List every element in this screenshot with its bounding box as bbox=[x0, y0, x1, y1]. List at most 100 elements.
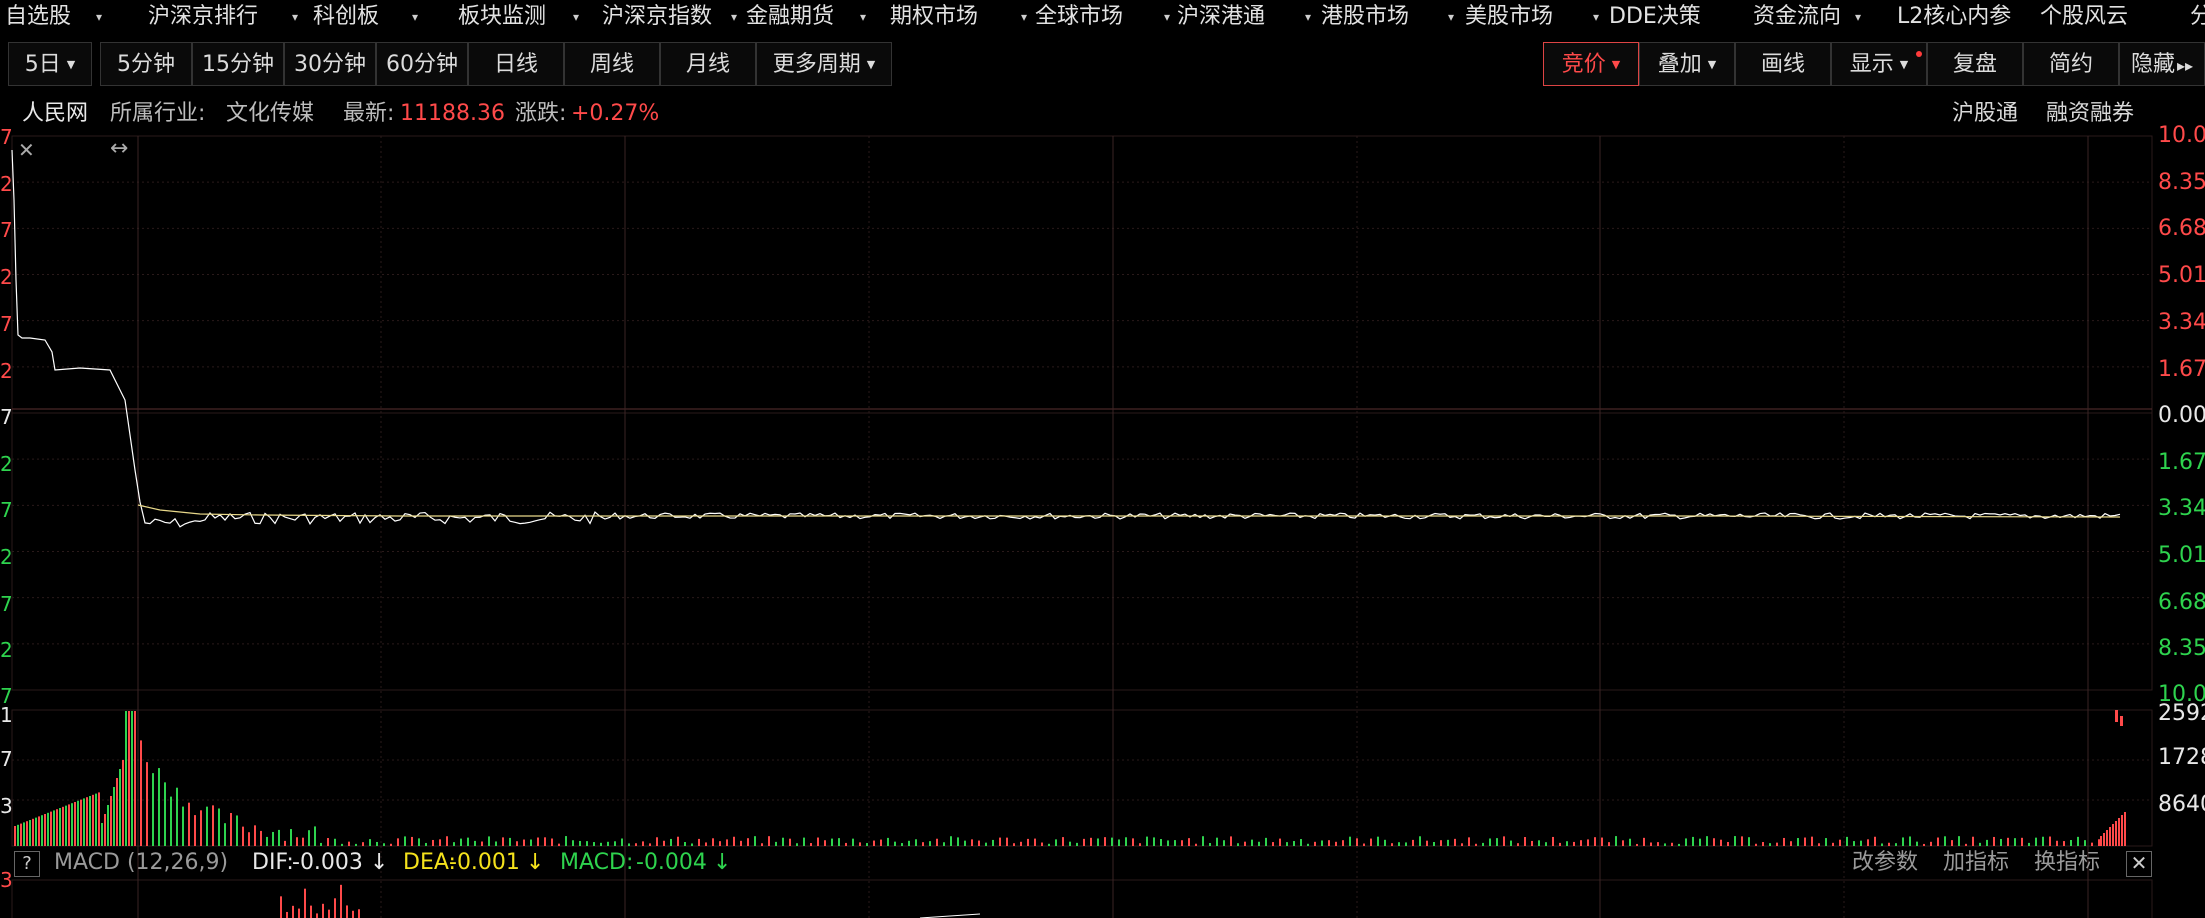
volume-bar bbox=[2077, 836, 2079, 846]
volume-bar bbox=[65, 805, 67, 846]
expand-icon[interactable]: ↔ bbox=[110, 136, 128, 161]
price-axis-label: 8.35 bbox=[2158, 636, 2205, 661]
volume-axis-label: 1728 bbox=[2158, 745, 2205, 770]
volume-bar bbox=[698, 838, 700, 846]
volume-bar bbox=[2007, 837, 2009, 846]
close-chart-icon[interactable]: ✕ bbox=[18, 138, 35, 162]
close-indicator-icon[interactable]: ✕ bbox=[2126, 851, 2152, 877]
volume-bar bbox=[95, 793, 97, 846]
price-axis-label: 3.34 bbox=[2158, 496, 2205, 521]
volume-bar bbox=[152, 773, 154, 846]
volume-bar bbox=[1958, 836, 1960, 846]
left-axis-label: 2 bbox=[0, 545, 13, 569]
macd-label: MACD: bbox=[560, 850, 634, 875]
volume-bar bbox=[887, 837, 889, 846]
add-indicator-button[interactable]: 加指标 bbox=[1943, 846, 2009, 880]
volume-bar bbox=[1601, 837, 1603, 846]
volume-bar bbox=[712, 838, 714, 846]
volume-bar bbox=[1524, 837, 1526, 846]
volume-bar bbox=[1503, 836, 1505, 846]
volume-bar bbox=[488, 836, 490, 846]
price-axis-label: 1.67 bbox=[2158, 357, 2205, 382]
volume-bar bbox=[817, 837, 819, 846]
volume-bar bbox=[2115, 821, 2117, 846]
volume-bar bbox=[1552, 836, 1554, 846]
volume-bar bbox=[290, 829, 292, 846]
volume-bar bbox=[1489, 838, 1491, 846]
volume-bar bbox=[2115, 710, 2118, 722]
volume-panel-frame bbox=[11, 709, 2153, 847]
macd-bar bbox=[310, 905, 312, 918]
left-axis-label: 1 bbox=[0, 703, 13, 727]
volume-bar bbox=[1188, 838, 1190, 846]
volume-bar bbox=[2118, 818, 2120, 846]
volume-bar bbox=[242, 826, 244, 846]
dea-arrow-icon: ↓ bbox=[526, 850, 545, 875]
dea-label: DEA: bbox=[403, 850, 456, 875]
volume-bar bbox=[1356, 838, 1358, 846]
volume-bar bbox=[544, 837, 546, 846]
macd-bar bbox=[346, 905, 348, 918]
volume-bar bbox=[1685, 838, 1687, 846]
macd-bar bbox=[280, 896, 282, 918]
volume-bar bbox=[1804, 837, 1806, 846]
volume-bar bbox=[1748, 837, 1750, 846]
volume-bar bbox=[747, 838, 749, 846]
change-params-button[interactable]: 改参数 bbox=[1852, 846, 1918, 880]
volume-bar bbox=[551, 838, 553, 846]
volume-bar bbox=[248, 832, 250, 846]
volume-bar bbox=[1741, 836, 1743, 846]
macd-bar bbox=[304, 888, 306, 918]
left-axis-label: 7 bbox=[0, 498, 13, 522]
volume-bar bbox=[314, 826, 316, 846]
volume-bar bbox=[164, 782, 166, 846]
volume-bar bbox=[1615, 836, 1617, 846]
intraday-chart[interactable] bbox=[0, 0, 2205, 918]
volume-bar bbox=[182, 806, 184, 846]
volume-bar bbox=[260, 830, 262, 846]
volume-bar bbox=[254, 825, 256, 846]
volume-bar bbox=[2035, 837, 2037, 846]
volume-bar bbox=[621, 838, 623, 846]
volume-bar bbox=[113, 787, 115, 846]
volume-bar bbox=[467, 837, 469, 846]
volume-bar bbox=[369, 839, 371, 846]
left-axis-label: 7 bbox=[0, 747, 13, 771]
volume-bar bbox=[71, 803, 73, 846]
volume-bar bbox=[278, 829, 280, 846]
price-axis-label: 0.00 bbox=[2158, 403, 2205, 428]
volume-bar bbox=[656, 837, 658, 846]
volume-bar bbox=[236, 815, 238, 846]
volume-bar bbox=[125, 711, 127, 846]
volume-bar bbox=[128, 711, 130, 846]
macd-value: -0.004 bbox=[636, 850, 707, 875]
volume-bar bbox=[1104, 837, 1106, 846]
volume-bar bbox=[838, 838, 840, 846]
left-axis-label: 7 bbox=[0, 405, 13, 429]
macd-bar bbox=[358, 909, 360, 918]
volume-bar bbox=[1111, 837, 1113, 846]
volume-bar bbox=[2049, 836, 2051, 846]
volume-bar bbox=[101, 823, 103, 846]
volume-bar bbox=[1153, 837, 1155, 846]
volume-bar bbox=[47, 812, 49, 846]
volume-bar bbox=[418, 838, 420, 846]
volume-bar bbox=[439, 839, 441, 846]
switch-indicator-button[interactable]: 换指标 bbox=[2034, 846, 2100, 880]
volume-bar bbox=[733, 836, 735, 846]
volume-bar bbox=[74, 802, 76, 846]
volume-bar bbox=[89, 796, 91, 846]
volume-bar bbox=[327, 838, 329, 846]
volume-bar bbox=[768, 836, 770, 846]
volume-bar bbox=[2021, 837, 2023, 846]
volume-bar bbox=[411, 836, 413, 846]
volume-bar bbox=[206, 806, 208, 846]
left-axis-label: 7 bbox=[0, 125, 13, 149]
macd-title[interactable]: MACD (12,26,9) bbox=[54, 846, 228, 880]
volume-bar bbox=[188, 802, 190, 846]
volume-bar bbox=[509, 837, 511, 846]
help-icon[interactable]: ? bbox=[14, 851, 40, 877]
volume-bar bbox=[2124, 812, 2126, 846]
volume-bar bbox=[803, 837, 805, 846]
macd-panel-frame bbox=[11, 879, 2153, 918]
